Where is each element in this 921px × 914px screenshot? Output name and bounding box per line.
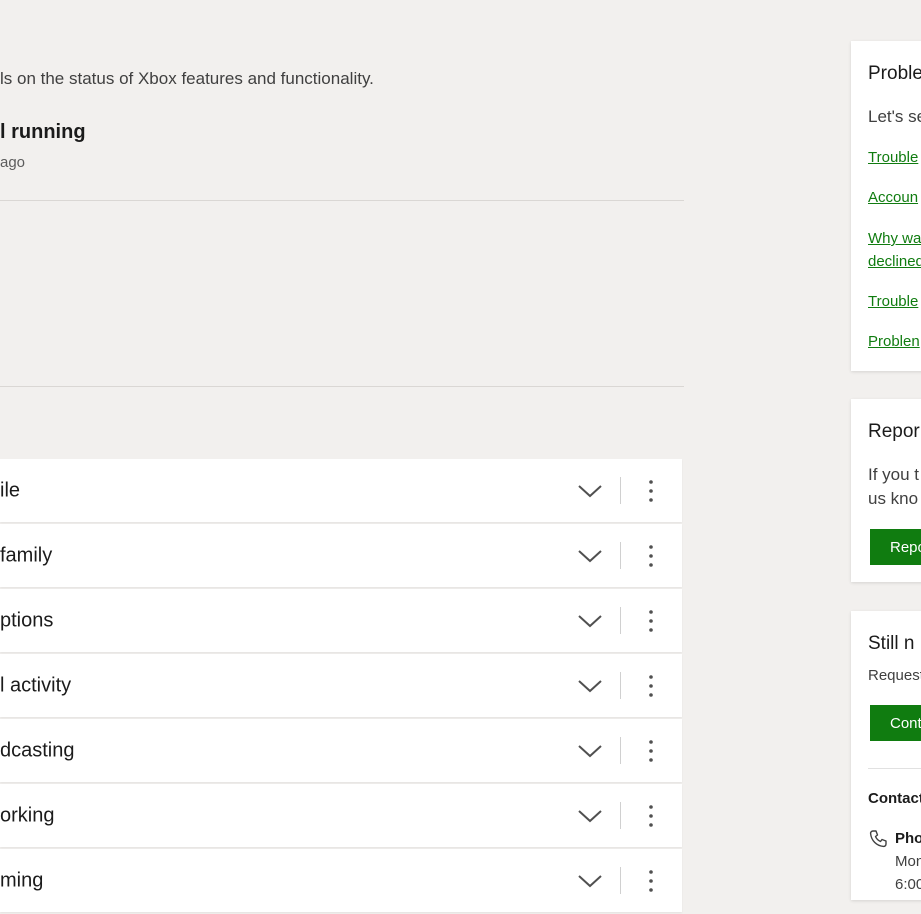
still-need-help-card: Still n Request Cont Contact Pho Mon 6:0… bbox=[851, 611, 921, 900]
help-link[interactable]: Trouble bbox=[868, 293, 918, 310]
overall-status-title: l running bbox=[0, 121, 86, 143]
service-label: family bbox=[0, 544, 53, 566]
help-link[interactable]: Accoun bbox=[868, 189, 918, 206]
phone-title: Pho bbox=[895, 830, 921, 847]
more-vertical-icon[interactable] bbox=[641, 673, 661, 699]
service-row[interactable]: ming bbox=[0, 849, 682, 912]
help-link[interactable]: Problen bbox=[868, 333, 920, 350]
more-vertical-icon[interactable] bbox=[641, 803, 661, 829]
divider bbox=[620, 867, 621, 894]
contact-button[interactable]: Cont bbox=[870, 705, 921, 741]
help-link[interactable]: Why wa bbox=[868, 230, 921, 247]
chevron-down-icon[interactable] bbox=[576, 482, 604, 500]
divider bbox=[620, 542, 621, 569]
phone-hours: 6:00 bbox=[895, 876, 921, 893]
report-card: Repor If you t us kno Repo bbox=[851, 399, 921, 582]
divider bbox=[620, 737, 621, 764]
status-updated-time: ago bbox=[0, 154, 26, 171]
card-title: Proble bbox=[868, 63, 921, 84]
more-vertical-icon[interactable] bbox=[641, 478, 661, 504]
chevron-down-icon[interactable] bbox=[576, 677, 604, 695]
chevron-down-icon[interactable] bbox=[576, 872, 604, 890]
help-link[interactable]: declined bbox=[868, 253, 921, 270]
contact-label: Contact bbox=[868, 790, 921, 807]
divider bbox=[0, 200, 684, 201]
service-label: ptions bbox=[0, 609, 54, 631]
report-button[interactable]: Repo bbox=[870, 529, 921, 565]
chevron-down-icon[interactable] bbox=[576, 547, 604, 565]
divider bbox=[620, 802, 621, 829]
divider bbox=[0, 386, 684, 387]
service-label: dcasting bbox=[0, 739, 75, 761]
phone-hours: Mon bbox=[895, 853, 921, 870]
service-row[interactable]: family bbox=[0, 524, 682, 587]
service-row[interactable]: orking bbox=[0, 784, 682, 847]
chevron-down-icon[interactable] bbox=[576, 612, 604, 630]
chevron-down-icon[interactable] bbox=[576, 807, 604, 825]
card-text: us kno bbox=[868, 489, 919, 508]
service-row[interactable]: ile bbox=[0, 459, 682, 522]
status-intro: ls on the status of Xbox features and fu… bbox=[0, 69, 374, 88]
card-text: Request bbox=[868, 667, 921, 684]
help-link[interactable]: Trouble bbox=[868, 149, 918, 166]
card-text: Let's se bbox=[868, 107, 921, 126]
service-row[interactable]: l activity bbox=[0, 654, 682, 717]
service-label: ile bbox=[0, 479, 21, 501]
more-vertical-icon[interactable] bbox=[641, 543, 661, 569]
service-label: ming bbox=[0, 869, 44, 891]
service-list: ile family ptions l activity dcasting or… bbox=[0, 459, 682, 914]
divider bbox=[868, 768, 921, 769]
service-row[interactable]: dcasting bbox=[0, 719, 682, 782]
more-vertical-icon[interactable] bbox=[641, 868, 661, 894]
service-label: orking bbox=[0, 804, 55, 826]
card-title: Still n bbox=[868, 633, 915, 654]
service-row[interactable]: ptions bbox=[0, 589, 682, 652]
card-title: Repor bbox=[868, 421, 920, 442]
divider bbox=[620, 607, 621, 634]
problems-card: Proble Let's se Trouble Accoun Why wa de… bbox=[851, 41, 921, 371]
phone-icon bbox=[869, 830, 887, 848]
more-vertical-icon[interactable] bbox=[641, 608, 661, 634]
divider bbox=[620, 672, 621, 699]
service-label: l activity bbox=[0, 674, 72, 696]
divider bbox=[620, 477, 621, 504]
more-vertical-icon[interactable] bbox=[641, 738, 661, 764]
card-text: If you t bbox=[868, 465, 920, 484]
chevron-down-icon[interactable] bbox=[576, 742, 604, 760]
